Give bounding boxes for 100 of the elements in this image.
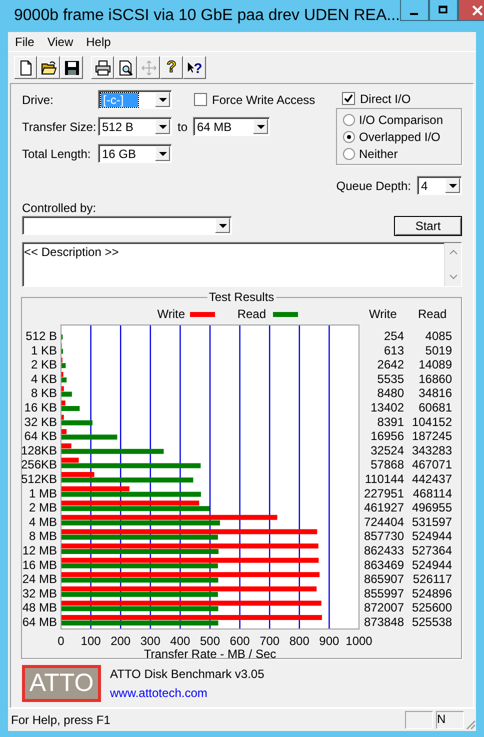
controlled-by-select[interactable] [22,216,232,235]
table-cell: 104152 [412,414,452,429]
io-mode-radio[interactable]: Overlapped I/O [343,129,461,145]
menu-item[interactable]: View [47,34,74,48]
total-length-select[interactable]: 16 GB [98,144,172,163]
status-text: For Help, press F1 [10,713,112,727]
table-cell: 855997 [364,586,404,600]
category-label: 2 MB [28,500,57,515]
table-cell: 254 [384,329,404,343]
legend-label: Write [157,307,185,321]
column-header: Write [369,307,397,321]
column-header: Read [418,307,447,321]
io-mode-radio[interactable]: Neither [343,146,461,162]
toolbar-preview-button[interactable] [114,56,137,79]
table-cell: 525538 [412,615,452,629]
category-label: 8 MB [28,529,57,544]
toolbar-print-button[interactable] [91,56,114,79]
printer-icon [94,60,110,76]
table-cell: 863469 [364,558,404,572]
size-grip-icon[interactable] [464,718,476,730]
table-cell: 60681 [418,400,452,414]
table-cell: 5019 [425,343,452,358]
axis-tick-label: 0 [58,634,64,648]
group-title: Test Results [206,290,276,304]
table-cell: 724404 [364,514,404,529]
toolbar-open-button[interactable] [37,56,60,79]
axis-tick-label: 900 [319,634,340,648]
queue-depth-label: Queue Depth: [336,178,411,192]
category-label: 1 KB [30,343,57,358]
table-cell: 34816 [418,386,452,400]
start-button[interactable]: Start [394,216,462,236]
status-panel [405,711,433,729]
axis-tick-label: 200 [110,634,131,648]
maximize-icon [438,5,448,15]
transfer-size-from-select[interactable]: 512 B [98,117,172,136]
axis-tick-label: 800 [289,634,310,648]
controlled-by-label: Controlled by: [22,201,98,215]
category-label: 128KB [22,443,57,458]
website-link[interactable]: www.attotech.com [110,686,264,700]
category-label: 64 KB [24,429,57,444]
dropdown-button[interactable] [155,119,170,134]
scroll-down-icon[interactable] [448,274,458,280]
toolbar-save-button[interactable] [60,56,83,79]
scroll-up-icon[interactable] [448,249,458,255]
toolbar-context-help-button[interactable]: ? [183,56,206,79]
check-icon [344,94,353,103]
menu-item[interactable]: File [15,34,34,48]
table-cell: 461927 [364,500,404,515]
close-icon [472,4,484,16]
dropdown-button[interactable] [215,218,230,233]
toolbar-new-button[interactable] [14,56,37,79]
dropdown-button[interactable] [445,178,460,193]
table-cell: 187245 [412,429,452,444]
table-cell: 4085 [425,329,452,343]
category-label: 8 KB [30,386,57,400]
table-cell: 2642 [377,358,404,372]
axis-tick-label: 300 [140,634,160,648]
dropdown-button[interactable] [155,146,170,161]
dropdown-button[interactable] [155,92,170,107]
table-cell: 468114 [412,486,452,500]
minimize-button[interactable] [400,0,429,21]
table-cell: 862433 [364,544,404,558]
transfer-size-label: Transfer Size: [22,120,98,134]
magnifier-page-icon [118,60,134,76]
category-label: 64 MB [22,615,57,629]
table-cell: 526117 [412,572,452,586]
cursor-icon [186,61,194,74]
table-cell: 527364 [412,544,452,558]
table-cell: 227951 [364,486,404,500]
axis-tick-label: 700 [260,634,280,648]
legend-label: Read [237,307,266,321]
axis-tick-label: 1000 [346,634,372,648]
table-cell: 524944 [412,558,452,572]
dropdown-button[interactable] [253,119,268,134]
table-cell: 496955 [412,500,452,515]
io-mode-radio[interactable]: I/O Comparison [343,112,461,128]
direct-io-checkbox[interactable]: Direct I/O [342,90,462,107]
force-write-access-checkbox[interactable]: Force Write Access [194,92,316,106]
table-cell: 16860 [418,372,452,386]
queue-depth-select[interactable]: 4 [417,176,462,195]
description-field[interactable]: << Description >> [22,242,462,287]
maximize-button[interactable] [428,0,458,21]
transfer-size-to-select[interactable]: 64 MB [193,117,270,136]
total-length-label: Total Length: [22,146,92,160]
scrollbar[interactable] [444,243,461,286]
status-panel: N [436,711,464,729]
category-label: 32 MB [22,586,57,600]
table-cell: 32524 [370,443,404,458]
category-label: 24 MB [22,572,57,586]
table-cell: 857730 [364,529,404,544]
table-cell: 57868 [370,458,404,472]
category-label: 16 MB [22,558,57,572]
category-label: 16 KB [24,400,57,414]
table-cell: 524944 [412,529,452,544]
four-arrows-icon [140,60,156,76]
menu-item[interactable]: Help [86,34,111,48]
axis-tick-label: 500 [200,634,220,648]
table-cell: 467071 [412,458,452,472]
category-label: 4 KB [30,372,57,386]
table-cell: 524896 [412,586,452,600]
